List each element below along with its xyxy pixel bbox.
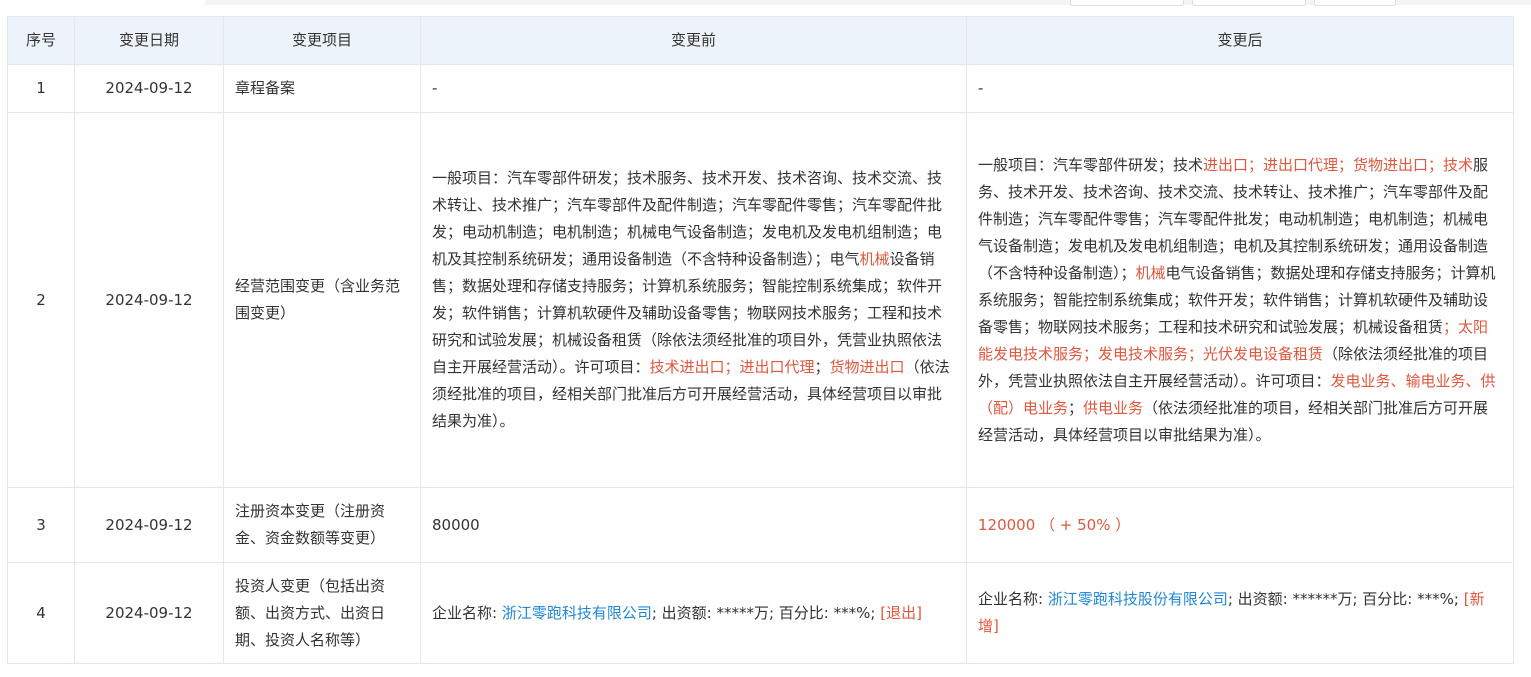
table-row: 1 2024-09-12 章程备案 - -	[7, 64, 1514, 113]
investor-label: 企业名称:	[432, 603, 502, 622]
highlight-segment[interactable]: 机械	[860, 250, 890, 268]
cell-seq: 2	[7, 112, 75, 488]
cell-before: -	[420, 64, 967, 113]
cell-seq: 4	[7, 562, 75, 664]
header-date: 变更日期	[74, 16, 224, 65]
investor-details: ; 出资额: ******万; 百分比: ***%;	[1227, 590, 1464, 608]
cell-item: 章程备案	[223, 64, 421, 113]
change-records-table: 序号 变更日期 变更项目 变更前 变更后 1 2024-09-12 章程备案 -…	[7, 16, 1514, 664]
highlight-segment[interactable]: 货物进出口	[830, 358, 905, 376]
toolbar-button-3[interactable]	[1314, 0, 1396, 6]
cell-before: 企业名称: 浙江零跑科技有限公司; 出资额: *****万; 百分比: ***%…	[420, 562, 967, 664]
toolbar-button-2[interactable]	[1192, 0, 1306, 6]
status-tag-exit: [退出]	[880, 603, 922, 622]
cell-date: 2024-09-12	[74, 112, 224, 488]
header-seq: 序号	[7, 16, 75, 65]
investor-name-link[interactable]: 浙江零跑科技股份有限公司	[1048, 590, 1228, 608]
cell-item: 注册资本变更（注册资金、资金数额等变更）	[223, 487, 421, 563]
toolbar-button-1[interactable]	[1070, 0, 1184, 6]
segment: 一般项目：汽车零部件研发；技术	[978, 155, 1204, 174]
cell-item: 投资人变更（包括出资额、出资方式、出资日期、投资人名称等）	[223, 562, 421, 664]
cell-after: -	[966, 64, 1514, 113]
highlight-segment[interactable]: 机械	[1136, 264, 1166, 282]
table-row: 2 2024-09-12 经营范围变更（含业务范围变更） 一般项目：汽车零部件研…	[7, 112, 1514, 488]
cell-item: 经营范围变更（含业务范围变更）	[223, 112, 421, 488]
header-after: 变更后	[966, 16, 1514, 65]
highlight-segment[interactable]: 供电业务	[1083, 399, 1143, 417]
cell-after: 一般项目：汽车零部件研发；技术进出口；进出口代理；货物进出口；技术服务、技术开发…	[966, 112, 1514, 488]
cell-after: 120000 （ + 50% ）	[966, 487, 1514, 563]
segment: ；	[1068, 398, 1084, 417]
cell-before: 一般项目：汽车零部件研发；技术服务、技术开发、技术咨询、技术交流、技术转让、技术…	[420, 112, 967, 488]
table-header-row: 序号 变更日期 变更项目 变更前 变更后	[7, 16, 1514, 65]
segment: ；	[814, 358, 830, 376]
investor-details: ; 出资额: *****万; 百分比: ***%;	[651, 603, 881, 622]
cell-seq: 1	[7, 64, 75, 113]
highlight-segment[interactable]: 技术进出口；进出口代理	[650, 358, 815, 376]
header-before: 变更前	[420, 16, 967, 65]
investor-label: 企业名称:	[978, 590, 1048, 608]
cell-before: 80000	[420, 487, 967, 563]
investor-name-link[interactable]: 浙江零跑科技有限公司	[502, 604, 652, 622]
cell-date: 2024-09-12	[74, 562, 224, 664]
cell-date: 2024-09-12	[74, 487, 224, 563]
cell-after: 企业名称: 浙江零跑科技股份有限公司; 出资额: ******万; 百分比: *…	[966, 562, 1514, 664]
cell-seq: 3	[7, 487, 75, 563]
cell-date: 2024-09-12	[74, 64, 224, 113]
header-item: 变更项目	[223, 16, 421, 65]
top-toolbar-strip	[0, 0, 1531, 8]
table-row: 4 2024-09-12 投资人变更（包括出资额、出资方式、出资日期、投资人名称…	[7, 562, 1514, 664]
table-row: 3 2024-09-12 注册资本变更（注册资金、资金数额等变更） 80000 …	[7, 487, 1514, 563]
highlight-segment[interactable]: 进出口；进出口代理；货物进出口；技术	[1203, 156, 1473, 174]
